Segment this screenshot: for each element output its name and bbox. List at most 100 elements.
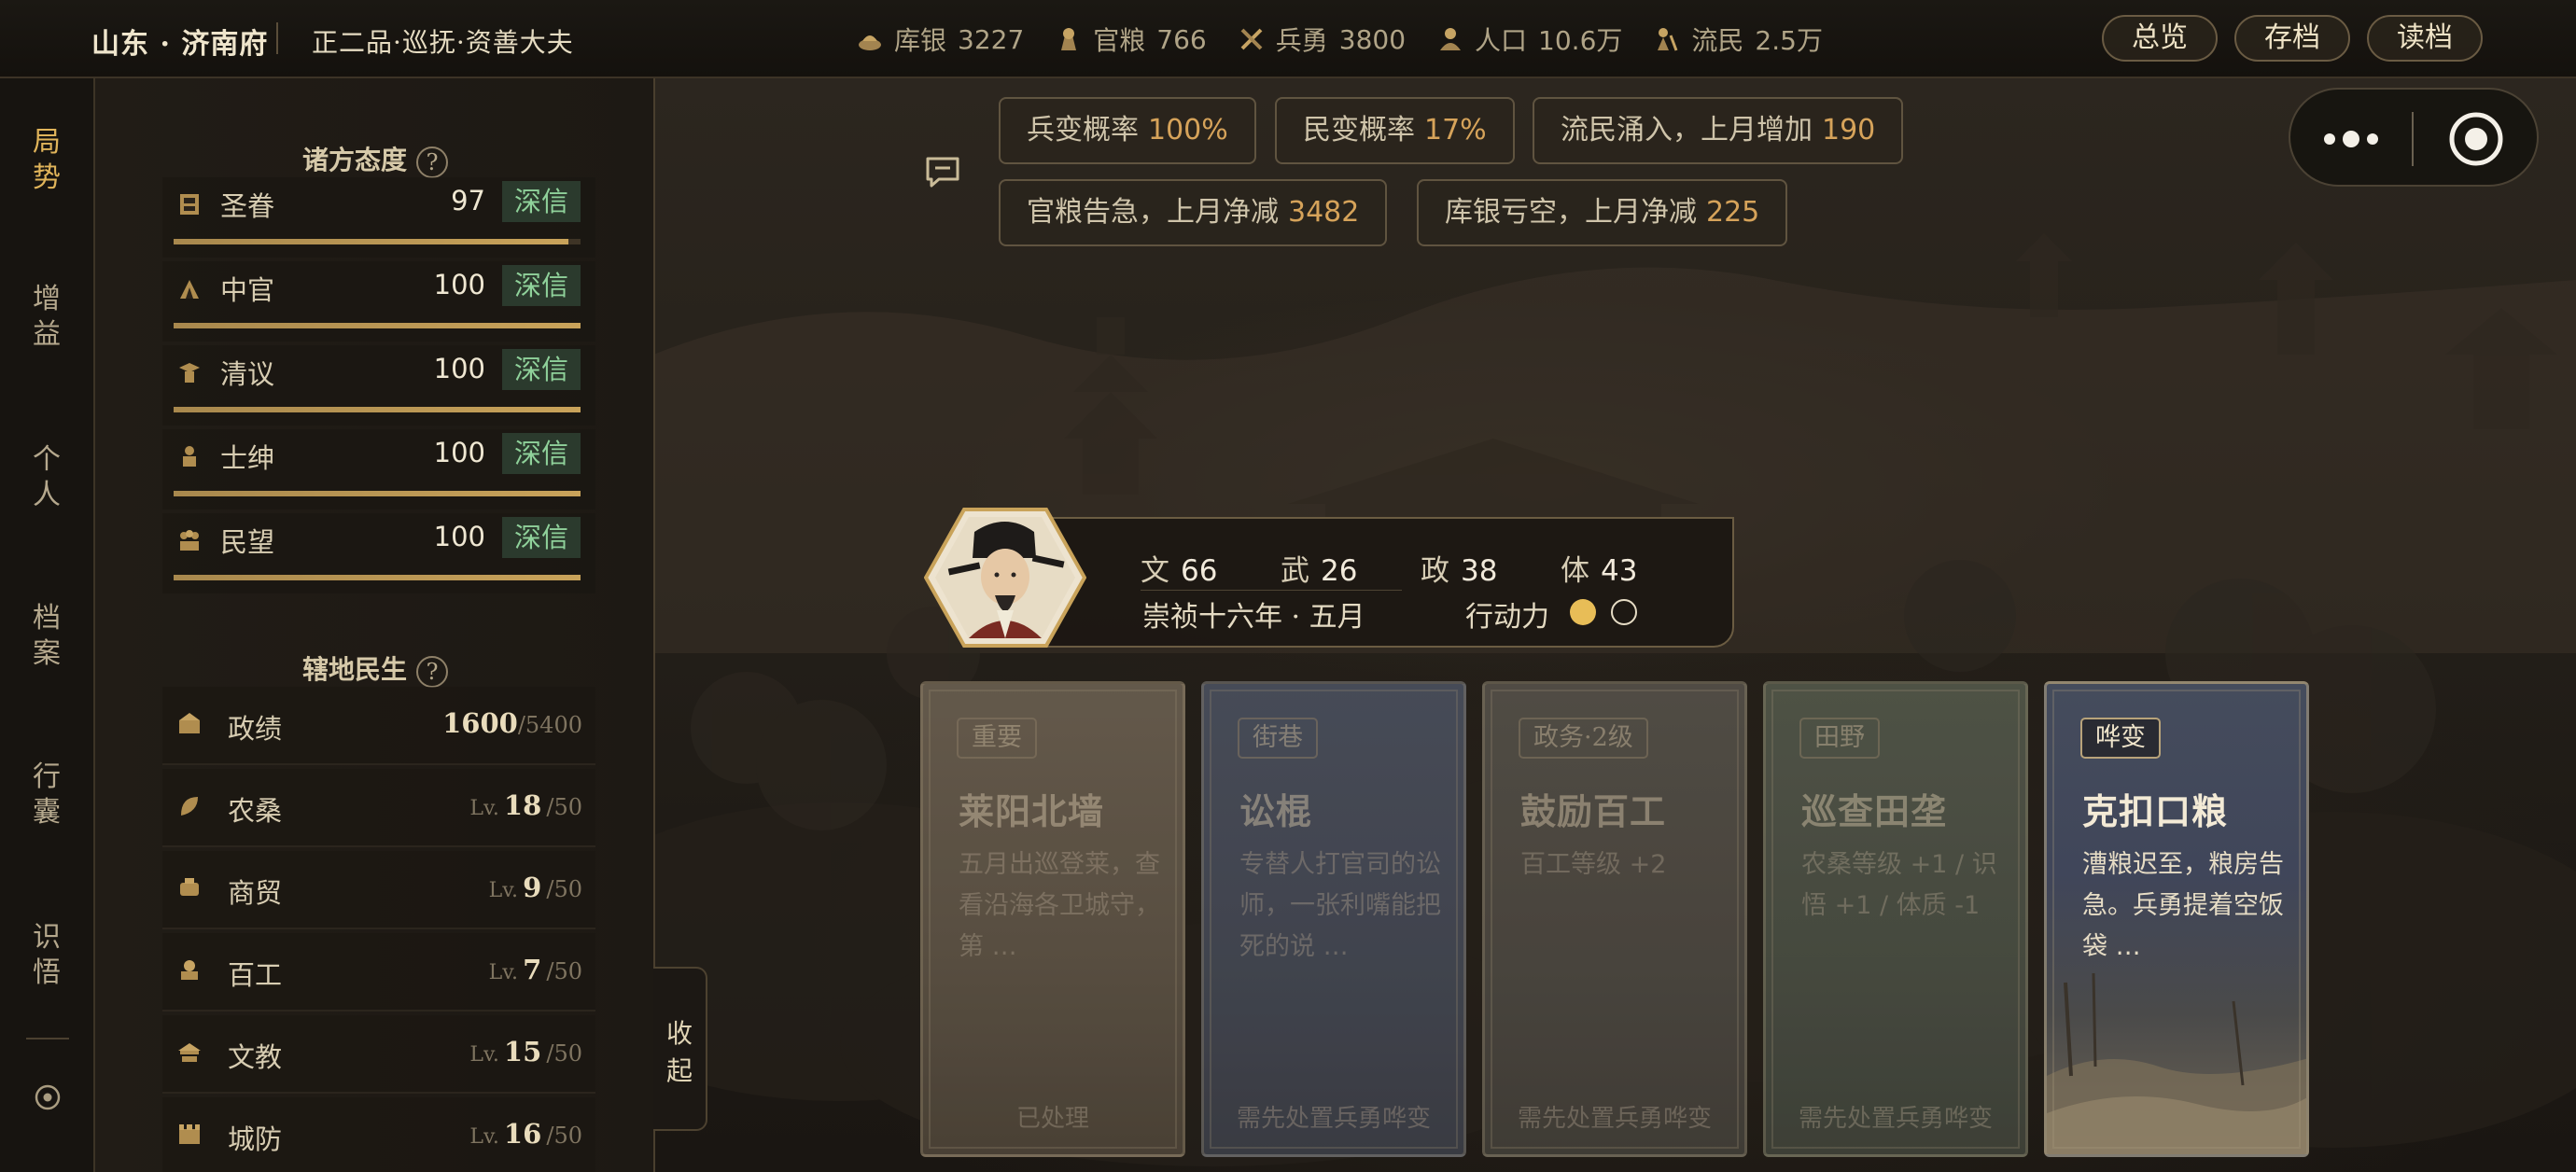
event-status: 需先处置兵勇哗变 [1798, 1105, 1993, 1133]
event-status: 需先处置兵勇哗变 [1236, 1105, 1431, 1133]
resource-value: 3800 [1338, 23, 1407, 55]
event-description: 漕粮迟至，粮房告急。兵勇提着空饭袋 … [2082, 850, 2284, 961]
faction-row[interactable]: 圣眷 97 深信 [162, 177, 595, 258]
event-tag: 重要 [957, 718, 1037, 759]
capsule-divider [2412, 112, 2414, 166]
load-button[interactable]: 读档 [2367, 15, 2483, 62]
merit-icon [179, 713, 200, 733]
nav-situation[interactable]: 局 势 [0, 125, 93, 196]
event-card[interactable]: 重要 莱阳北墙 五月出巡登莱，查看沿海各卫城守，第 … 已处理 [920, 681, 1185, 1157]
faction-row[interactable]: 士绅 100 深信 [162, 429, 595, 509]
event-status: 需先处置兵勇哗变 [1517, 1105, 1712, 1133]
event-card-active[interactable]: 哗变 克扣口粮 漕粮迟至，粮房告急。兵勇提着空饭袋 … [2044, 681, 2309, 1157]
overview-button[interactable]: 总览 [2102, 15, 2218, 62]
stat-prefix: Lv. [469, 797, 499, 820]
event-description: 百工等级 +2 [1520, 850, 1667, 879]
alert-value: 190 [1822, 114, 1876, 146]
event-tag: 政务·2级 [1519, 718, 1648, 759]
alert-label: 兵变概率 [1027, 114, 1139, 146]
close-target-icon[interactable] [2447, 110, 2505, 168]
stat-max: /50 [546, 1040, 582, 1067]
attribute-label: 文 [1141, 554, 1169, 588]
attribute-ti: 体 43 [1561, 547, 1637, 589]
attribute-zheng: 政 38 [1421, 547, 1497, 589]
alert-value: 17% [1424, 114, 1487, 146]
resource-population: 人口 10.6万 [1437, 21, 1622, 58]
event-title: 巡查田垄 [1801, 790, 1948, 832]
faction-row[interactable]: 清议 100 深信 [162, 345, 595, 426]
faction-value: 100 [433, 269, 485, 300]
collapse-panel-button[interactable]: 收 起 [653, 967, 707, 1131]
game-date: 崇祯十六年 · 五月 [1142, 601, 1365, 634]
refugee-icon [1658, 28, 1678, 51]
faction-bar-fill [174, 239, 568, 244]
stat-value: Lv. 18 /50 [469, 789, 582, 821]
action-point-dot [1570, 599, 1596, 625]
stat-row[interactable]: 农桑 Lv. 18 /50 [162, 769, 595, 847]
event-status: 已处理 [1015, 1105, 1089, 1133]
stat-current: 18 [503, 789, 542, 821]
target-icon[interactable] [34, 1083, 62, 1111]
alert-silver-deficit[interactable]: 库银亏空，上月净减 225 [1417, 179, 1788, 246]
event-title: 鼓励百工 [1520, 790, 1667, 832]
stat-max: /5400 [517, 712, 582, 738]
stat-current: 15 [503, 1036, 542, 1067]
resource-value: 2.5万 [1755, 25, 1823, 56]
more-icon[interactable] [2318, 125, 2384, 153]
action-points-label: 行动力 [1465, 601, 1549, 634]
stat-row[interactable]: 文教 Lv. 15 /50 [162, 1015, 595, 1094]
faction-value: 100 [433, 353, 485, 384]
attribute-label: 政 [1421, 554, 1449, 588]
stat-row[interactable]: 商贸 Lv. 9 /50 [162, 851, 595, 929]
stat-max: /50 [546, 1123, 582, 1149]
card-frame [1771, 690, 2020, 1149]
event-description: 农桑等级 +1 / 识悟 +1 / 体质 -1 [1801, 850, 1997, 920]
throne-icon [180, 194, 199, 215]
help-icon[interactable]: ? [416, 655, 448, 688]
stat-current: 7 [523, 954, 542, 985]
nav-inventory[interactable]: 行 囊 [0, 760, 93, 830]
faction-bar-fill [174, 491, 581, 496]
people-icon [180, 530, 199, 551]
nav-buffs[interactable]: 增 益 [0, 282, 93, 353]
stat-row[interactable]: 百工 Lv. 7 /50 [162, 933, 595, 1012]
alert-refugee-influx[interactable]: 流民涌入，上月增加 190 [1533, 97, 1904, 164]
stat-max: /50 [546, 876, 582, 902]
nav-personal[interactable]: 个 人 [0, 442, 93, 513]
top-bar: 山东 · 济南府 正二品·巡抚·资善大夫 库银 3227 官粮 766 兵勇 3… [0, 0, 2576, 78]
stat-current: 1600 [442, 707, 518, 739]
resource-label: 官粮 [1093, 25, 1146, 56]
alert-label: 库银亏空，上月净减 [1445, 196, 1697, 229]
help-icon[interactable]: ? [416, 146, 448, 178]
stat-current: 16 [503, 1118, 542, 1150]
event-title: 讼棍 [1239, 790, 1313, 832]
attribute-value: 26 [1321, 554, 1358, 588]
stat-row[interactable]: 城防 Lv. 16 /50 [162, 1097, 595, 1172]
event-card[interactable]: 政务·2级 鼓励百工 百工等级 +2 需先处置兵勇哗变 [1482, 681, 1747, 1157]
alert-grain-shortage[interactable]: 官粮告急，上月净减 3482 [999, 179, 1388, 246]
event-card[interactable]: 田野 巡查田垄 农桑等级 +1 / 识悟 +1 / 体质 -1 需先处置兵勇哗变 [1763, 681, 2028, 1157]
gentry-icon [183, 446, 196, 467]
stat-row[interactable]: 政绩 1600/5400 [162, 687, 595, 765]
faction-row[interactable]: 民望 100 深信 [162, 513, 595, 593]
silver-icon [859, 35, 881, 50]
faction-bar-fill [174, 575, 581, 580]
card-frame [929, 690, 1177, 1149]
event-card[interactable]: 街巷 讼棍 专替人打官司的讼师，一张利嘴能把死的说 … 需先处置兵勇哗变 [1201, 681, 1466, 1157]
event-tag: 街巷 [1238, 718, 1318, 759]
nav-insight[interactable]: 识 悟 [0, 920, 93, 991]
alert-mutiny-chance[interactable]: 兵变概率 100% [999, 97, 1256, 164]
save-button[interactable]: 存档 [2234, 15, 2350, 62]
event-title: 克扣口粮 [2082, 790, 2229, 832]
livelihood-heading: 辖地民生? [95, 649, 655, 688]
stat-prefix: Lv. [469, 1043, 499, 1067]
alert-revolt-chance[interactable]: 民变概率 17% [1275, 97, 1515, 164]
attribute-value: 38 [1461, 554, 1498, 588]
alert-value: 3482 [1288, 196, 1360, 229]
alert-value: 225 [1706, 196, 1760, 229]
chat-icon[interactable] [924, 155, 961, 188]
governor-portrait[interactable] [924, 506, 1086, 649]
nav-archive[interactable]: 档 案 [0, 601, 93, 672]
faction-name: 清议 [220, 358, 275, 390]
faction-row[interactable]: 中官 100 深信 [162, 261, 595, 342]
